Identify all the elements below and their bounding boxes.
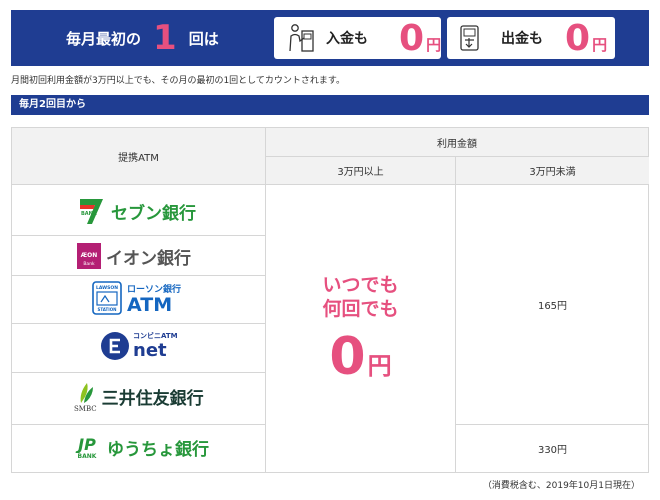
svg-text:LAWSON: LAWSON: [96, 285, 118, 291]
enet-name: net: [133, 340, 167, 361]
banner-lead-prefix: 毎月最初の: [66, 29, 142, 48]
withdraw-zero-unit: 円: [592, 36, 608, 54]
withdraw-zero-value: 0: [565, 18, 591, 59]
withdraw-label: 出金も: [501, 31, 543, 47]
seven-bank-name: セブン銀行: [111, 203, 196, 224]
fee-table: 提携ATM 利用金額 3万円以上 3万円未満 いつでも 何回でも 0 円 165…: [11, 127, 649, 473]
smbc-logo: SMBC 三井住友銀行: [74, 379, 204, 413]
seven-bank-logo: BANK セブン銀行: [78, 196, 196, 226]
withdraw-zero: 0 円: [565, 17, 607, 59]
withdraw-free-box: 出金も 0 円: [447, 17, 615, 59]
svg-text:JP: JP: [75, 435, 96, 453]
under-30k-fee-cell: 165円: [456, 185, 649, 425]
header-amount: 利用金額: [266, 128, 649, 157]
tax-footnote: （消費税含む、2019年10月1日現在）: [482, 481, 640, 491]
count-note: 月間初回利用金額が3万円以上でも、その月の最初の1回としてカウントされます。: [11, 76, 346, 86]
banner-lead-count: 1: [153, 18, 177, 58]
aeon-mark-subtext: Bank: [83, 261, 95, 267]
jp-bank-sub: BANK: [77, 453, 97, 460]
enet-icon: [101, 332, 129, 360]
jp-bank-icon: JP: [75, 435, 96, 453]
aeon-bank-name: イオン銀行: [106, 248, 191, 269]
header-partner-atm: 提携ATM: [12, 128, 266, 185]
smbc-name: 三井住友銀行: [101, 388, 204, 409]
free-anytime-block: いつでも 何回でも 0 円: [322, 273, 398, 385]
free-line2: 何回でも: [322, 297, 399, 320]
over-30k-fee-cell: いつでも 何回でも 0 円: [266, 185, 456, 472]
smbc-mark: SMBC: [74, 379, 97, 413]
deposit-zero-unit: 円: [426, 36, 442, 54]
svg-text:STATION: STATION: [97, 307, 116, 312]
svg-text:BANK: BANK: [81, 211, 98, 217]
jp-bank-name: ゆうちょ銀行: [107, 440, 209, 460]
enet-text: コンビニATM net: [133, 331, 178, 361]
lawson-text: ローソン銀行 ATM: [127, 282, 181, 315]
header-over-30k: 3万円以上: [266, 157, 456, 185]
atm-deposit-icon: [289, 24, 314, 52]
free-zero-value: 0: [329, 326, 366, 387]
lawson-bank-logo: LAWSON STATION ローソン銀行 ATM: [92, 281, 181, 315]
free-zero: 0 円: [329, 329, 391, 385]
banner-lead-suffix: 回は: [188, 29, 219, 48]
atm-withdraw-icon: [460, 25, 479, 51]
free-zero-unit: 円: [367, 351, 392, 380]
lawson-atm-label: ATM: [127, 293, 173, 316]
jp-bank-logo: JP BANK ゆうちょ銀行: [72, 435, 209, 460]
enet-logo: コンビニATM net: [100, 331, 178, 361]
section-title: 毎月2回目から: [11, 95, 649, 115]
deposit-zero-value: 0: [399, 18, 425, 59]
free-banner: 毎月最初の 1 回は 入金も 0 円 出金も 0 円: [11, 10, 649, 66]
seven-bank-icon: BANK: [80, 199, 103, 224]
lawson-station-icon: LAWSON STATION: [92, 281, 122, 315]
smbc-leaf-icon: [80, 383, 94, 403]
header-under-30k: 3万円未満: [456, 157, 649, 185]
banner-lead: 毎月最初の 1 回は: [66, 10, 219, 66]
aeon-mark-text: ÆON: [81, 252, 98, 259]
smbc-letters: SMBC: [74, 405, 97, 413]
lawson-bank-label: ローソン銀行: [127, 284, 182, 295]
free-line1: いつでも: [322, 273, 399, 296]
deposit-label: 入金も: [326, 31, 368, 47]
under-30k-fee-cell-jp: 330円: [537, 445, 568, 456]
aeon-bank-logo: ÆON Bank イオン銀行: [77, 243, 191, 269]
deposit-free-box: 入金も 0 円: [274, 17, 441, 59]
deposit-zero: 0 円: [399, 17, 441, 59]
aeon-bank-icon: ÆON Bank: [77, 243, 101, 269]
jp-bank-mark: JP BANK: [72, 435, 102, 460]
